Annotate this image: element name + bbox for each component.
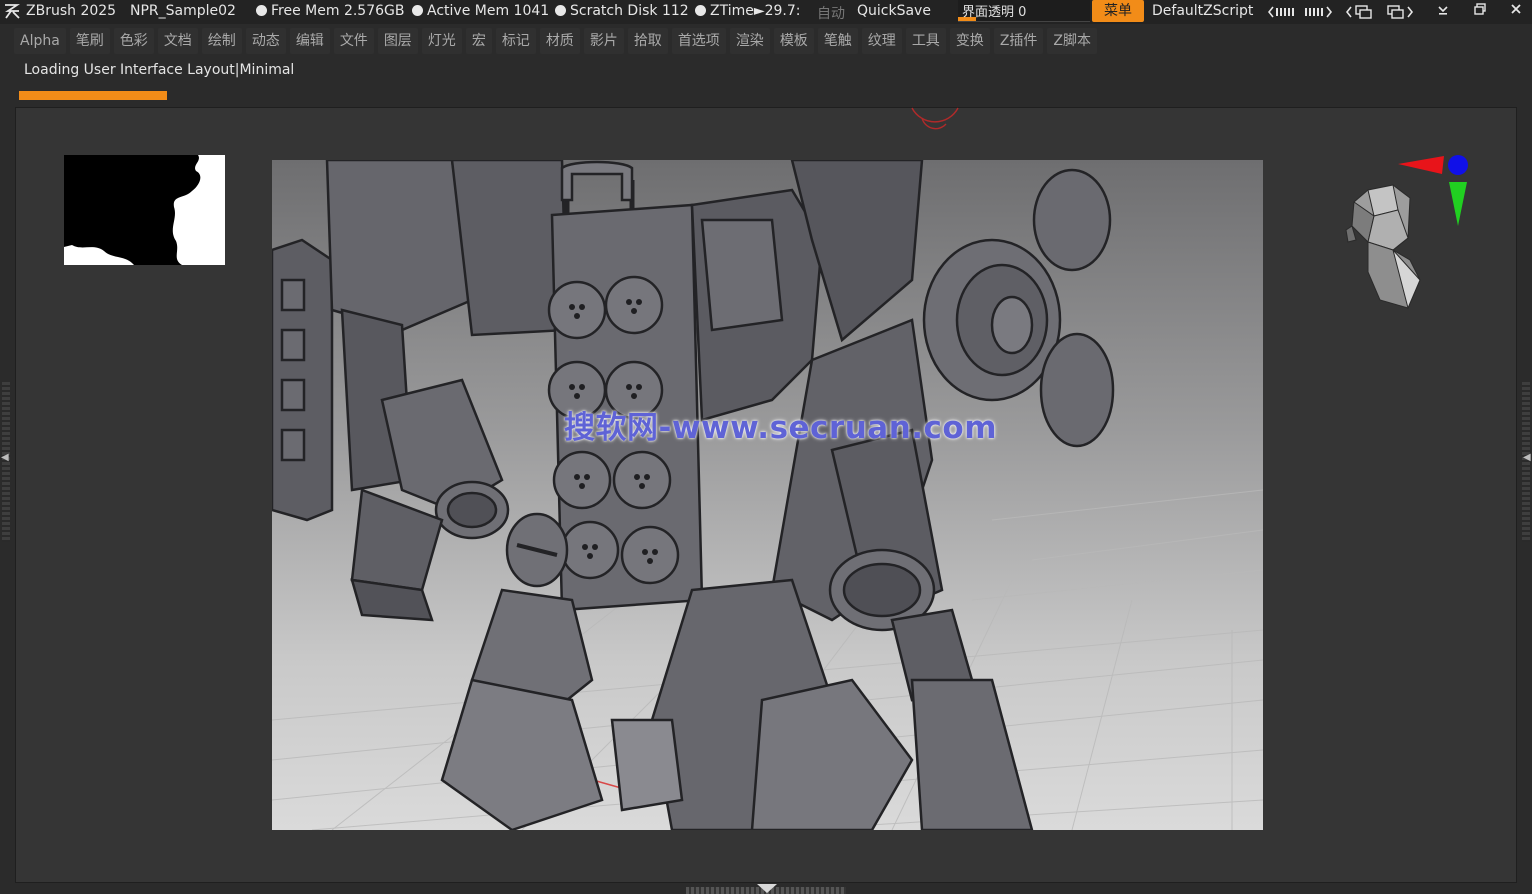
3d-viewport[interactable] (272, 160, 1263, 830)
free-mem-label: Free Mem 2.576GB (271, 3, 405, 19)
menu-item-14[interactable]: 拾取 (627, 28, 668, 54)
menu-item-18[interactable]: 笔触 (817, 28, 858, 54)
free-mem-dot-icon (256, 5, 267, 16)
scroll-left-icon[interactable] (1267, 5, 1298, 23)
restore-icon[interactable] (1469, 2, 1491, 22)
loading-status-text: Loading User Interface Layout|Minimal (24, 62, 295, 78)
free-mem: Free Mem 2.576GB (256, 3, 404, 19)
scratch-disk: Scratch Disk 112 (555, 3, 689, 19)
title-bar: ZBrush 2025 NPR_Sample02 Free Mem 2.576G… (0, 0, 1532, 24)
ztime-label: ZTime►29.7: (710, 3, 801, 19)
menu-item-1[interactable]: 笔刷 (69, 28, 110, 54)
menu-item-9[interactable]: 灯光 (421, 28, 462, 54)
menu-item-6[interactable]: 编辑 (289, 28, 330, 54)
menu-item-0[interactable]: Alpha (14, 28, 66, 54)
close-icon[interactable] (1505, 2, 1527, 22)
active-mem: Active Mem 1041 (412, 3, 549, 19)
watermark-text: 搜软网-www.secruan.com (564, 410, 998, 446)
menu-item-20[interactable]: 工具 (905, 28, 946, 54)
bottom-tray-arrow-icon[interactable] (755, 884, 779, 894)
menu-item-17[interactable]: 模板 (773, 28, 814, 54)
layout-switch-next-icon[interactable] (1386, 4, 1416, 24)
menu-item-22[interactable]: Z插件 (993, 28, 1044, 54)
menu-item-8[interactable]: 图层 (377, 28, 418, 54)
main-menu-bar: Alpha 笔刷 色彩 文档 绘制 动态 编辑 文件 图层 灯光宏标记 材质 影片 拾取 首选项 渲染 模板笔… (14, 28, 1101, 56)
menu-item-21[interactable]: 变换 (949, 28, 990, 54)
right-tray-arrow-icon[interactable]: ◀ (1523, 452, 1531, 463)
document-name: NPR_Sample02 (130, 3, 236, 19)
interface-transparency-slider[interactable]: 界面透明 0 (958, 0, 1090, 22)
ztime: ZTime►29.7: (695, 3, 801, 19)
loading-progress-bar (19, 91, 167, 100)
ztime-dot-icon (695, 5, 706, 16)
menu-item-10[interactable]: 宏 (465, 28, 492, 54)
slider-label: 界面透明 0 (962, 5, 1027, 20)
zbrush-logo-icon[interactable] (2, 1, 22, 25)
menu-item-12[interactable]: 材质 (539, 28, 580, 54)
menu-button[interactable]: 菜单 (1092, 0, 1144, 22)
scroll-right-icon[interactable] (1303, 5, 1333, 23)
active-mem-dot-icon (412, 5, 423, 16)
app-title: ZBrush 2025 (26, 3, 117, 19)
menu-item-23[interactable]: Z脚本 (1047, 28, 1097, 54)
menu-item-4[interactable]: 绘制 (201, 28, 242, 54)
minimize-icon[interactable] (1432, 2, 1454, 22)
left-tray-arrow-icon[interactable]: ◀ (1, 452, 9, 463)
navigator-thumbnail[interactable] (64, 155, 225, 265)
menu-item-5[interactable]: 动态 (245, 28, 286, 54)
quicksave-button[interactable]: QuickSave (857, 3, 931, 19)
auto-save-toggle[interactable]: 自动 (817, 3, 845, 23)
loading-spinner-icon (911, 107, 959, 130)
scratch-disk-label: Scratch Disk 112 (570, 3, 689, 19)
x-axis-arrow[interactable] (1398, 156, 1444, 174)
menu-item-13[interactable]: 影片 (583, 28, 624, 54)
axis-gizmo-icon[interactable] (1396, 152, 1472, 230)
active-mem-label: Active Mem 1041 (427, 3, 550, 19)
y-axis-arrow[interactable] (1449, 182, 1467, 226)
z-axis-dot[interactable] (1448, 155, 1468, 175)
menu-item-3[interactable]: 文档 (157, 28, 198, 54)
default-zscript-button[interactable]: DefaultZScript (1152, 3, 1253, 19)
menu-item-7[interactable]: 文件 (333, 28, 374, 54)
menu-item-11[interactable]: 标记 (495, 28, 536, 54)
menu-item-2[interactable]: 色彩 (113, 28, 154, 54)
scratch-disk-dot-icon (555, 5, 566, 16)
menu-item-15[interactable]: 首选项 (671, 28, 726, 54)
layout-switch-icon[interactable] (1345, 4, 1380, 24)
menu-item-16[interactable]: 渲染 (729, 28, 770, 54)
menu-item-19[interactable]: 纹理 (861, 28, 902, 54)
